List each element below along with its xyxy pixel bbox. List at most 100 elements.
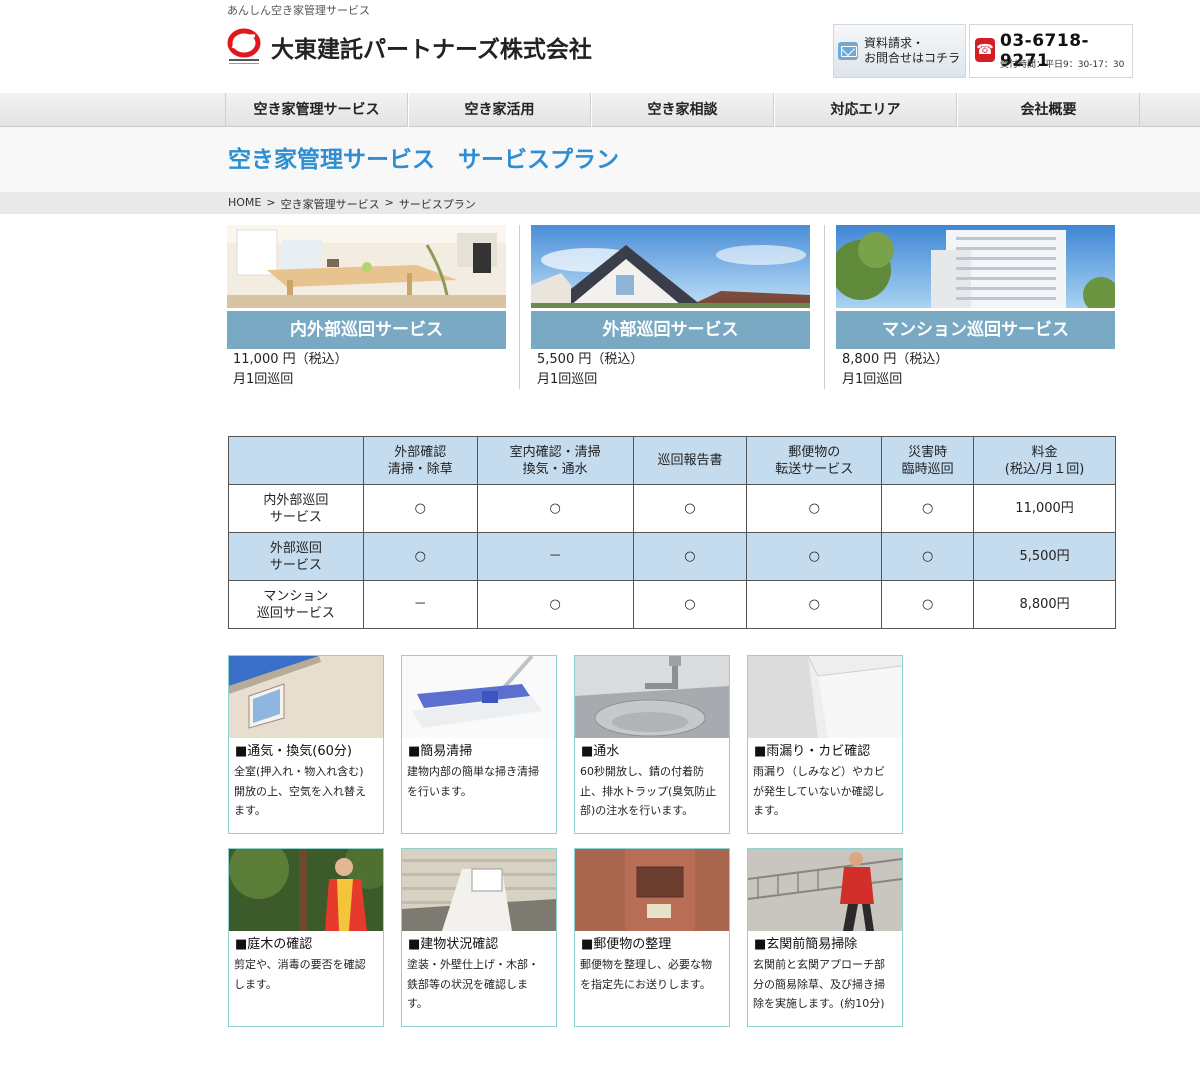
table-price-cell: 5,500円 xyxy=(973,532,1116,581)
breadcrumb-home[interactable]: HOME xyxy=(228,196,261,212)
table-row: 外部巡回 サービス ○ － ○ ○ ○ 5,500円 xyxy=(228,532,1116,581)
plan-price: 11,000 円（税込） xyxy=(233,352,348,367)
table-header-row: 外部確認 清掃・除草 室内確認・清掃 換気・通水 巡回報告書 郵便物の 転送サービス … xyxy=(228,436,1116,485)
table-cell: ○ xyxy=(746,484,883,533)
company-name: 大東建託パートナーズ株式会社 xyxy=(271,37,592,63)
nav-item-company[interactable]: 会社概要 xyxy=(957,93,1140,127)
feature-card: ■通気・換気(60分) 全室(押入れ・物入れ含む) 開放の上、空気を入れ替え ます。 xyxy=(228,655,384,834)
page-title: 空き家管理サービス サービスプラン xyxy=(228,147,619,173)
feature-description: 建物内部の簡単な掃き清掃 を行います。 xyxy=(407,765,539,798)
plan-frequency: 月1回巡回 xyxy=(842,372,903,387)
table-header-cell xyxy=(228,436,364,485)
table-plan-cell: マンション 巡回サービス xyxy=(228,580,364,629)
company-logo[interactable]: 大東建託パートナーズ株式会社 xyxy=(227,28,592,66)
nav-item-consultation[interactable]: 空き家相談 xyxy=(591,93,774,127)
plan-card[interactable]: 内外部巡回サービス 11,000 円（税込） 月1回巡回 xyxy=(227,225,506,389)
feature-title: ■簡易清掃 xyxy=(408,744,473,759)
table-header-cell: 室内確認・清掃 換気・通水 xyxy=(476,436,634,485)
plan-image-house xyxy=(531,225,810,308)
plan-divider xyxy=(519,225,520,389)
contact-button-line1: 資料請求・ xyxy=(864,36,925,50)
feature-description: 剪定や、消毒の要否を確認 します。 xyxy=(234,958,366,991)
table-header-cell: 災害時 臨時巡回 xyxy=(881,436,975,485)
feature-image-leak xyxy=(748,656,902,738)
logo-mark-icon xyxy=(227,28,263,66)
table-cell: ○ xyxy=(362,532,478,581)
feature-card: ■庭木の確認 剪定や、消毒の要否を確認 します。 xyxy=(228,848,384,1027)
table-cell: － xyxy=(362,580,478,629)
feature-title: ■建物状況確認 xyxy=(408,937,499,952)
feature-image-garden xyxy=(229,849,383,931)
plan-name: マンション巡回サービス xyxy=(836,311,1115,349)
breadcrumb-bar xyxy=(0,192,1200,214)
page: あんしん空き家管理サービス 大東建託パートナーズ株式会社 資料請求・ お問合せは… xyxy=(0,0,1200,1074)
table-row: マンション 巡回サービス － ○ ○ ○ ○ 8,800円 xyxy=(228,580,1116,629)
phone-box[interactable]: ☎ 03-6718-9271 受付時間：平日9：30-17：30 xyxy=(969,24,1133,78)
table-cell: ○ xyxy=(881,484,975,533)
feature-card: ■郵便物の整理 郵便物を整理し、必要な物 を指定先にお送りします。 xyxy=(574,848,730,1027)
table-row: 内外部巡回 サービス ○ ○ ○ ○ ○ 11,000円 xyxy=(228,484,1116,533)
table-cell: ○ xyxy=(632,532,748,581)
table-cell: ○ xyxy=(362,484,478,533)
table-cell: ○ xyxy=(632,484,748,533)
breadcrumb: HOME > 空き家管理サービス > サービスプラン xyxy=(228,196,476,212)
table-header-cell: 郵便物の 転送サービス xyxy=(746,436,883,485)
breadcrumb-separator: > xyxy=(384,196,394,209)
feature-title: ■通気・換気(60分) xyxy=(235,744,352,759)
main-nav: 空き家管理サービス 空き家活用 空き家相談 対応エリア 会社概要 xyxy=(225,93,1140,127)
nav-item-area[interactable]: 対応エリア xyxy=(774,93,957,127)
feature-image-water xyxy=(575,656,729,738)
table-price-cell: 8,800円 xyxy=(973,580,1116,629)
table-header-cell: 外部確認 清掃・除草 xyxy=(362,436,478,485)
plan-card[interactable]: マンション巡回サービス 8,800 円（税込） 月1回巡回 xyxy=(836,225,1115,389)
feature-title: ■郵便物の整理 xyxy=(581,937,672,952)
contact-button-line2: お問合せはコチラ xyxy=(864,51,961,65)
table-cell: ○ xyxy=(476,484,634,533)
feature-image-entrance xyxy=(748,849,902,931)
plan-comparison-table: 外部確認 清掃・除草 室内確認・清掃 換気・通水 巡回報告書 郵便物の 転送サービス … xyxy=(228,436,1116,629)
phone-hours: 受付時間：平日9：30-17：30 xyxy=(1000,60,1125,70)
feature-image-mail xyxy=(575,849,729,931)
feature-card: ■建物状況確認 塗装・外壁仕上げ・木部・ 鉄部等の状況を確認しま す。 xyxy=(401,848,557,1027)
nav-item-utilization[interactable]: 空き家活用 xyxy=(408,93,591,127)
table-cell: ○ xyxy=(881,532,975,581)
feature-title: ■庭木の確認 xyxy=(235,937,313,952)
table-cell: ○ xyxy=(476,580,634,629)
feature-description: 60秒開放し、錆の付着防 止、排水トラップ(臭気防止 部)の注水を行います。 xyxy=(580,765,717,817)
plan-card[interactable]: 外部巡回サービス 5,500 円（税込） 月1回巡回 xyxy=(531,225,810,389)
table-plan-cell: 内外部巡回 サービス xyxy=(228,484,364,533)
mail-icon xyxy=(838,42,858,60)
table-plan-cell: 外部巡回 サービス xyxy=(228,532,364,581)
plan-frequency: 月1回巡回 xyxy=(233,372,294,387)
table-header-cell: 巡回報告書 xyxy=(632,436,748,485)
feature-image-ventilation xyxy=(229,656,383,738)
table-cell: ○ xyxy=(746,580,883,629)
feature-image-inspection xyxy=(402,849,556,931)
feature-description: 雨漏り（しみなど）やカビ が発生していないか確認し ます。 xyxy=(753,765,885,817)
table-cell: ○ xyxy=(632,580,748,629)
site-tagline: あんしん空き家管理サービス xyxy=(227,4,370,17)
feature-card: ■玄関前簡易掃除 玄関前と玄関アプローチ部 分の簡易除草、及び掃き掃 除を実施します… xyxy=(747,848,903,1027)
nav-item-management[interactable]: 空き家管理サービス xyxy=(225,93,408,127)
table-cell: ○ xyxy=(881,580,975,629)
plan-frequency: 月1回巡回 xyxy=(537,372,598,387)
feature-title: ■通水 xyxy=(581,744,620,759)
feature-title: ■雨漏り・カビ確認 xyxy=(754,744,871,759)
contact-button[interactable]: 資料請求・ お問合せはコチラ xyxy=(833,24,966,78)
breadcrumb-current: サービスプラン xyxy=(398,198,476,211)
plan-divider xyxy=(824,225,825,389)
feature-grid: ■通気・換気(60分) 全室(押入れ・物入れ含む) 開放の上、空気を入れ替え ます。… xyxy=(228,655,908,1030)
feature-description: 郵便物を整理し、必要な物 を指定先にお送りします。 xyxy=(580,958,712,991)
table-cell: － xyxy=(476,532,634,581)
table-price-cell: 11,000円 xyxy=(973,484,1116,533)
plan-image-interior xyxy=(227,225,506,308)
breadcrumb-management[interactable]: 空き家管理サービス xyxy=(281,196,380,212)
feature-card: ■通水 60秒開放し、錆の付着防 止、排水トラップ(臭気防止 部)の注水を行います。 xyxy=(574,655,730,834)
feature-title: ■玄関前簡易掃除 xyxy=(754,937,858,952)
feature-description: 玄関前と玄関アプローチ部 分の簡易除草、及び掃き掃 除を実施します。(約10分) xyxy=(753,958,885,1010)
plan-image-mansion xyxy=(836,225,1115,308)
plan-price: 5,500 円（税込） xyxy=(537,352,644,367)
feature-card: ■簡易清掃 建物内部の簡単な掃き清掃 を行います。 xyxy=(401,655,557,834)
plan-list: 内外部巡回サービス 11,000 円（税込） 月1回巡回 外部巡回サービス 5,… xyxy=(227,225,1117,389)
table-header-cell: 料金 (税込/月１回) xyxy=(973,436,1116,485)
